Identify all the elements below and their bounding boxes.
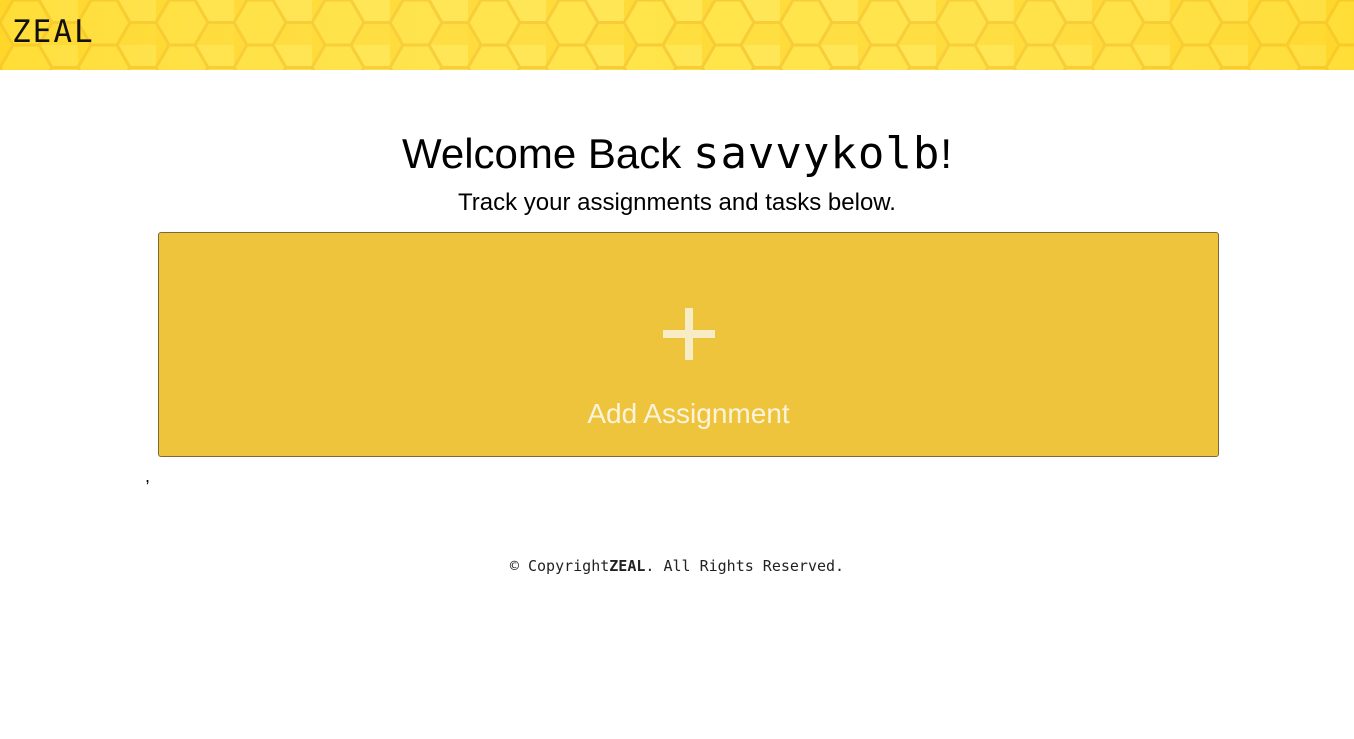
copyright-brand: ZEAL xyxy=(609,557,646,575)
welcome-prefix: Welcome Back xyxy=(401,130,693,177)
welcome-suffix: ! xyxy=(940,130,953,177)
add-assignment-button[interactable]: Add Assignment xyxy=(158,232,1219,457)
username: savvykolb xyxy=(692,128,941,179)
honeycomb-pattern xyxy=(0,0,1354,70)
header-banner: ZEAL xyxy=(0,0,1354,70)
footer-copyright: © CopyrightZEAL. All Rights Reserved. xyxy=(0,556,1354,576)
page-subtitle: Track your assignments and tasks below. xyxy=(458,189,896,216)
plus-icon xyxy=(663,308,715,360)
welcome-heading: Welcome Back savvykolb! xyxy=(0,124,1354,184)
add-assignment-label: Add Assignment xyxy=(587,398,790,429)
copyright-suffix: . All Rights Reserved. xyxy=(645,557,845,575)
stray-text: , xyxy=(145,466,151,486)
logo[interactable]: ZEAL xyxy=(12,12,95,52)
copyright-prefix: © Copyright xyxy=(509,557,610,575)
